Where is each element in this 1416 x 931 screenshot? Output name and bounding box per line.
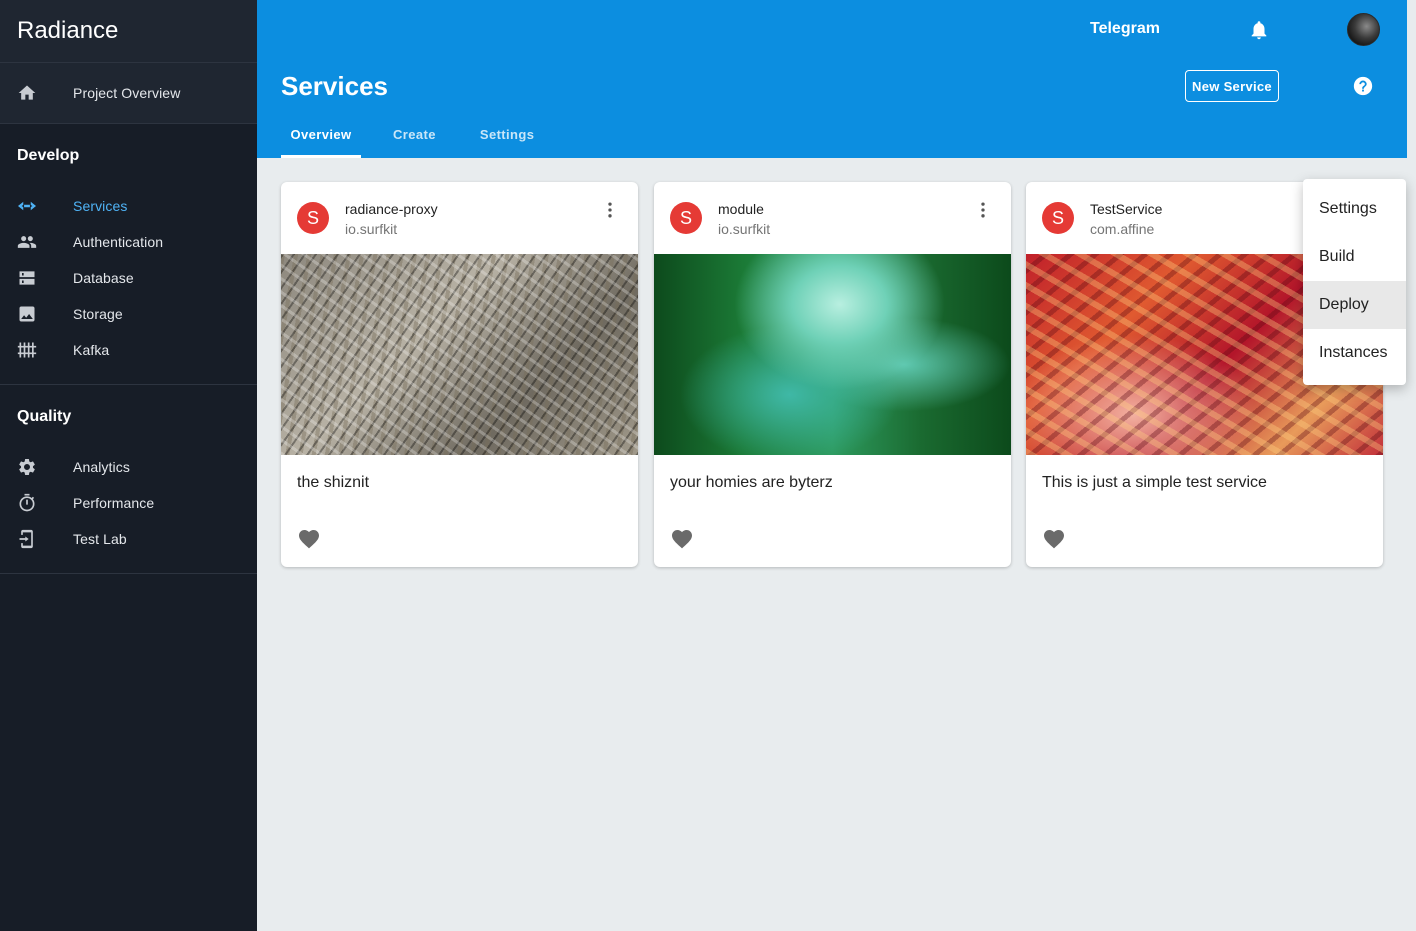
sidebar-item-kafka[interactable]: Kafka [0,332,257,368]
service-card[interactable]: S module io.surfkit your homies are byte… [654,182,1011,567]
card-image [654,254,1011,455]
card-header: S radiance-proxy io.surfkit [281,182,638,254]
sidebar-item-label: Performance [73,495,155,511]
help-icon[interactable] [1352,75,1374,97]
sidebar-item-label: Project Overview [73,85,181,101]
sidebar-item-analytics[interactable]: Analytics [0,449,257,485]
page-header: Telegram Services New Service Overview C… [257,0,1407,158]
service-name: TestService [1090,201,1163,217]
timer-icon [17,493,37,513]
more-vert-icon[interactable] [600,200,620,220]
sidebar-item-label: Test Lab [73,531,127,547]
sidebar-item-services[interactable]: Services [0,188,257,224]
sidebar-item-label: Analytics [73,459,130,475]
sidebar-item-label: Authentication [73,234,164,250]
menu-item-settings[interactable]: Settings [1303,185,1406,233]
section-title: Develop [17,147,80,164]
tab-overview[interactable]: Overview [281,110,361,158]
menu-item-build[interactable]: Build [1303,233,1406,281]
grid-dots-icon [17,340,37,360]
service-avatar: S [670,202,702,234]
user-avatar[interactable] [1347,13,1380,46]
more-vert-icon[interactable] [973,200,993,220]
storage-rows-icon [17,268,37,288]
service-avatar: S [1042,202,1074,234]
service-namespace: com.affine [1090,221,1155,237]
sidebar-item-label: Kafka [73,342,110,358]
card-options-menu: Settings Build Deploy Instances [1303,179,1406,385]
sidebar-item-database[interactable]: Database [0,260,257,296]
section-title: Quality [17,408,72,425]
bell-icon[interactable] [1248,19,1270,41]
sidebar-item-test-lab[interactable]: Test Lab [0,521,257,557]
service-description: This is just a simple test service [1042,474,1267,491]
heart-icon[interactable] [670,527,694,551]
sidebar-item-project-overview[interactable]: Project Overview [0,63,257,124]
sidebar: Radiance Project Overview Develop Servic… [0,0,257,931]
service-namespace: io.surfkit [718,221,771,237]
people-icon [17,232,37,252]
heart-icon[interactable] [297,527,321,551]
page-title: Services [281,71,388,101]
menu-item-deploy[interactable]: Deploy [1303,281,1406,329]
sidebar-item-label: Database [73,270,134,286]
sidebar-section-develop: Develop Services Authentication Database… [0,124,257,385]
card-header: S module io.surfkit [654,182,1011,254]
gear-icon [17,457,37,477]
service-namespace: io.surfkit [345,221,398,237]
card-image [281,254,638,455]
sidebar-item-label: Services [73,198,128,214]
tab-settings[interactable]: Settings [468,110,546,158]
menu-item-instances[interactable]: Instances [1303,329,1406,377]
service-name: module [718,201,764,217]
home-icon [17,83,37,103]
tab-create[interactable]: Create [381,110,448,158]
device-icon [17,529,37,549]
service-name: radiance-proxy [345,201,438,217]
code-icon [17,196,37,216]
project-selector[interactable]: Telegram [1090,20,1160,38]
sidebar-item-label: Storage [73,306,123,322]
heart-icon[interactable] [1042,527,1066,551]
new-service-button[interactable]: New Service [1185,70,1279,102]
service-avatar: S [297,202,329,234]
service-description: the shiznit [297,474,370,491]
sidebar-item-performance[interactable]: Performance [0,485,257,521]
app-brand[interactable]: Radiance [0,0,257,63]
sidebar-section-quality: Quality Analytics Performance Test Lab [0,385,257,574]
sidebar-item-storage[interactable]: Storage [0,296,257,332]
sidebar-item-authentication[interactable]: Authentication [0,224,257,260]
service-card[interactable]: S radiance-proxy io.surfkit the shiznit [281,182,638,567]
image-icon [17,304,37,324]
tab-bar: Overview Create Settings [281,110,546,158]
service-description: your homies are byterz [670,474,833,491]
